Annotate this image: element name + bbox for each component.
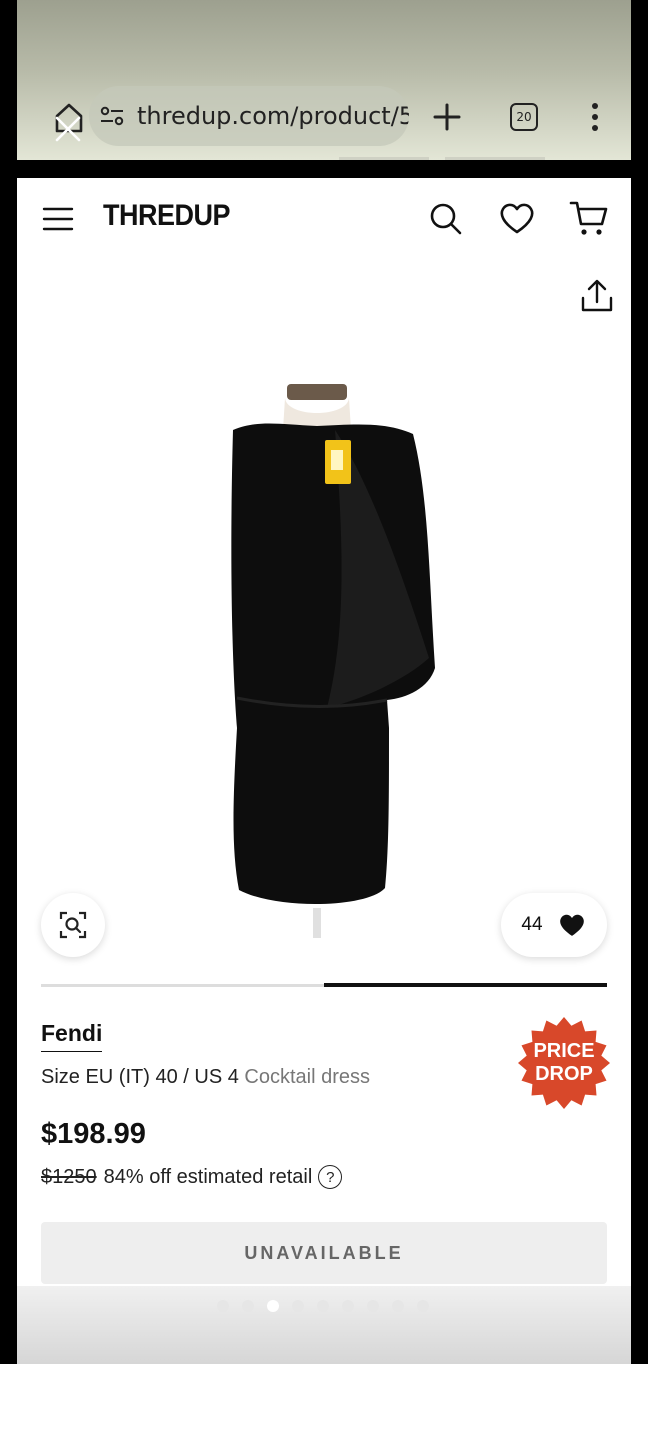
site-settings-icon[interactable] <box>99 103 125 129</box>
search-icon[interactable] <box>427 200 463 236</box>
share-icon[interactable] <box>580 278 614 314</box>
favorites-icon[interactable] <box>498 200 536 236</box>
browser-toolbar: thredup.com/product/53 20 <box>17 0 631 160</box>
gallery-dot[interactable] <box>292 1300 304 1312</box>
close-icon[interactable] <box>53 114 83 144</box>
gallery-dot[interactable] <box>217 1300 229 1312</box>
thredup-logo[interactable]: THREDUP <box>103 198 231 232</box>
product-photo-dress[interactable] <box>167 378 467 938</box>
site-header: THREDUP <box>17 178 631 258</box>
visual-search-button[interactable] <box>41 893 105 957</box>
favorite-count: 44 <box>521 914 543 935</box>
category-link[interactable]: Cocktail dress <box>244 1066 370 1088</box>
more-options-icon[interactable] <box>585 100 605 134</box>
gallery-dot[interactable] <box>367 1300 379 1312</box>
hamburger-menu-icon[interactable] <box>41 204 75 234</box>
gallery-dots <box>217 1300 429 1312</box>
cart-icon[interactable] <box>569 198 609 238</box>
toolbar-divider <box>339 157 429 160</box>
gallery-dot[interactable] <box>242 1300 254 1312</box>
visual-search-icon <box>59 911 87 939</box>
gallery-dot[interactable] <box>342 1300 354 1312</box>
gallery-dot[interactable] <box>417 1300 429 1312</box>
product-page: THREDUP 44 Fendi Size EU (IT) 40 / US 4 … <box>17 178 631 1364</box>
help-icon[interactable]: ? <box>318 1165 343 1189</box>
tab-switcher-button[interactable]: 20 <box>510 103 538 131</box>
badge-line-2: DROP <box>535 1063 593 1085</box>
address-bar[interactable]: thredup.com/product/53 <box>89 86 409 146</box>
original-price: $1250 <box>41 1165 97 1188</box>
bottom-overlay <box>17 1286 631 1364</box>
size-info: Size EU (IT) 40 / US 4 Cocktail dress <box>41 1066 370 1089</box>
gallery-dot[interactable] <box>267 1300 279 1312</box>
size-text: Size EU (IT) 40 / US 4 <box>41 1066 239 1088</box>
gallery-dot[interactable] <box>392 1300 404 1312</box>
unavailable-button[interactable]: UNAVAILABLE <box>41 1222 607 1284</box>
discount-text: 84% off estimated retail <box>103 1165 313 1188</box>
url-text: thredup.com/product/53 <box>137 102 409 130</box>
retail-info: $1250 84% off estimated retail ? <box>41 1165 343 1189</box>
price-drop-badge: PRICE DROP <box>518 1017 610 1109</box>
brand-link[interactable]: Fendi <box>41 1020 103 1052</box>
favorite-count-button[interactable]: 44 <box>501 893 607 957</box>
toolbar-divider <box>445 157 545 160</box>
gallery-dot[interactable] <box>317 1300 329 1312</box>
new-tab-icon[interactable] <box>432 102 462 132</box>
price: $198.99 <box>41 1118 146 1150</box>
gallery-progress-fill <box>324 983 607 987</box>
heart-filled-icon <box>559 914 584 936</box>
badge-line-1: PRICE <box>533 1040 594 1062</box>
